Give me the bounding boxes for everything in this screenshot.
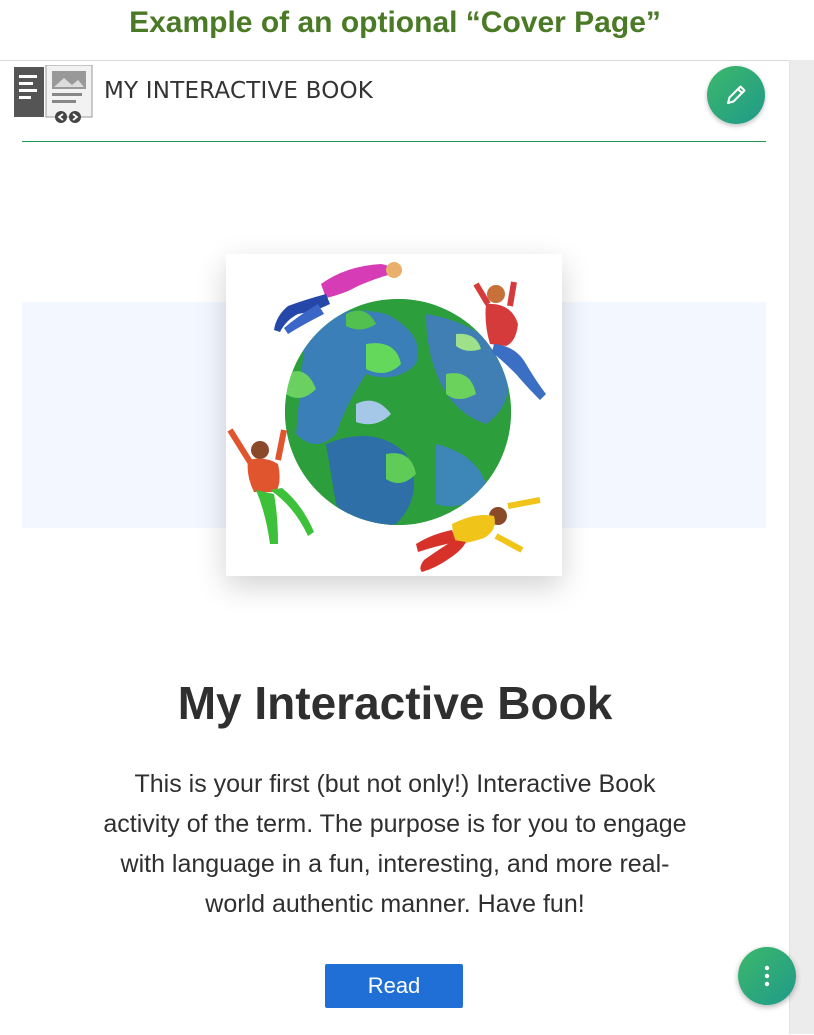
more-options-button[interactable] — [738, 947, 796, 1005]
header-divider — [22, 141, 766, 142]
read-button[interactable]: Read — [325, 964, 463, 1008]
more-vertical-icon — [764, 965, 770, 987]
pencil-icon — [727, 85, 746, 104]
book-description: This is your first (but not only!) Inter… — [103, 770, 687, 918]
page-caption: Example of an optional “Cover Page” — [129, 6, 661, 39]
scrollbar[interactable] — [789, 60, 814, 1034]
cover-image — [226, 254, 562, 576]
book-title: My Interactive Book — [177, 677, 613, 729]
edit-button[interactable] — [707, 66, 765, 124]
interactive-book-icon — [14, 64, 94, 125]
app-title: MY INTERACTIVE BOOK — [104, 78, 374, 104]
